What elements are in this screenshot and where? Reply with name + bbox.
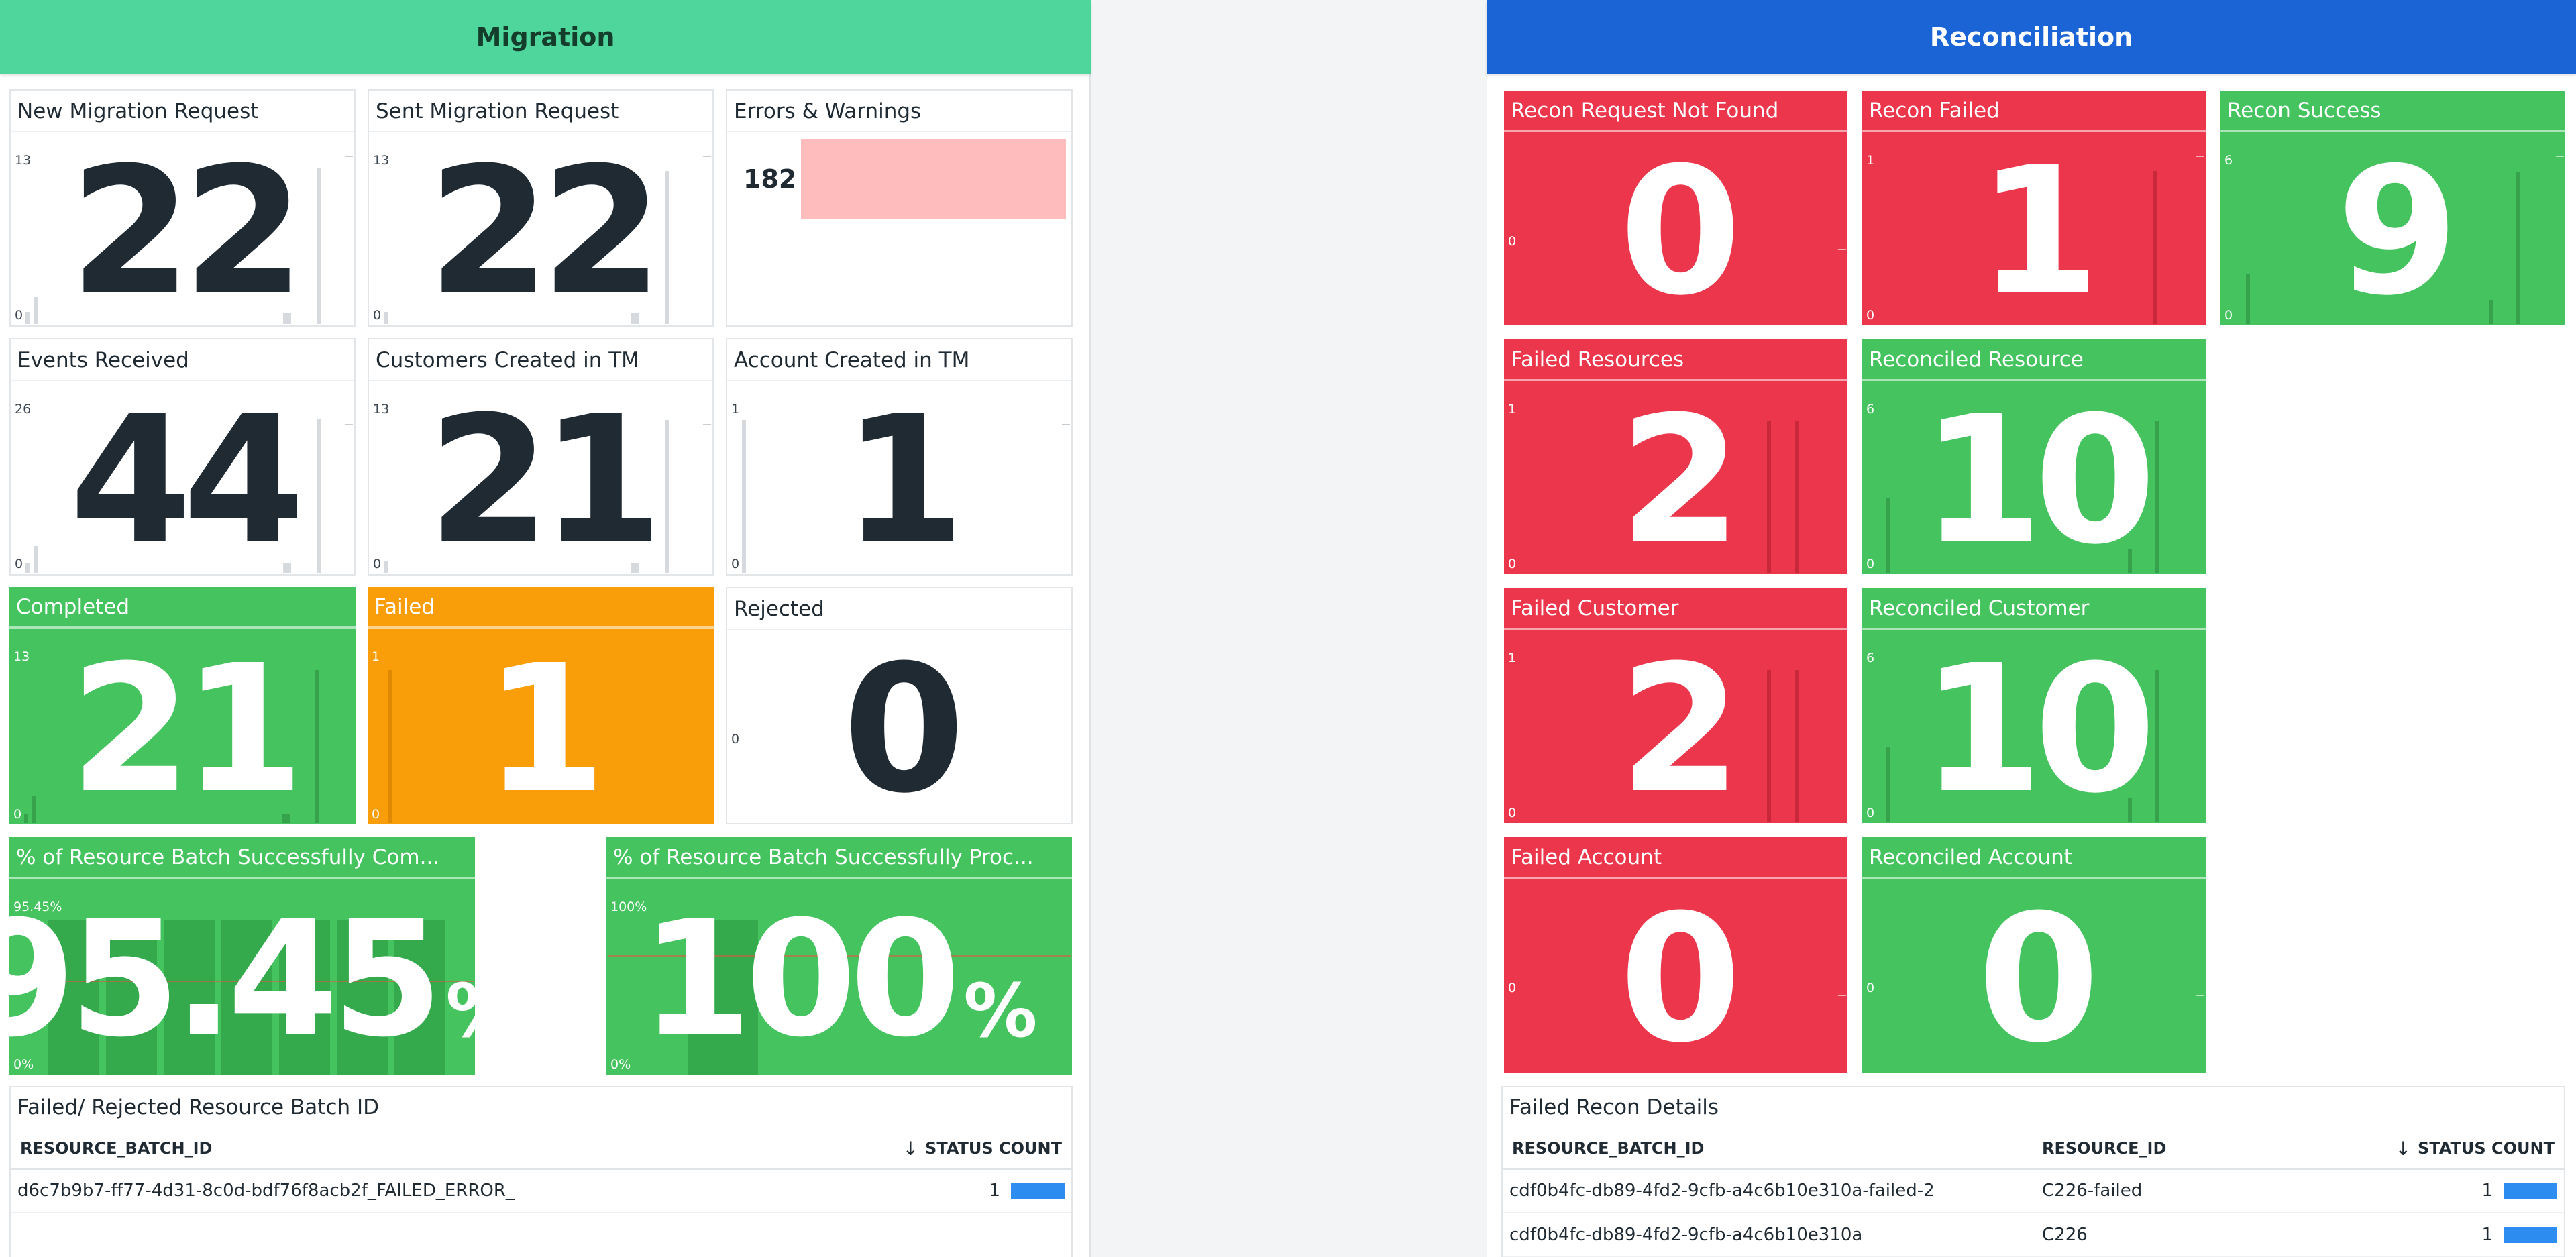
widget-title: Recon Success: [2220, 91, 2565, 132]
cell-resource-batch-id: d6c7b9b7-ff77-4d31-8c0d-bdf76f8acb2f_FAI…: [17, 1181, 515, 1201]
column-header-resource-batch-id[interactable]: RESOURCE_BATCH_ID: [1512, 1128, 1704, 1168]
query-value: 1: [1977, 129, 2100, 325]
query-value: 21: [69, 627, 305, 824]
recon-failed-widget[interactable]: Recon Failed 1 0 1: [1862, 91, 2206, 325]
query-value: 2: [1619, 378, 1741, 574]
cell-resource-id: C226-failed: [2042, 1181, 2143, 1201]
failed-widget[interactable]: Failed 1 0 1: [368, 587, 714, 824]
query-value: 1: [843, 378, 965, 576]
recon-success-widget[interactable]: Recon Success 6 0 9: [2220, 91, 2565, 325]
percent-value: 95.45: [9, 887, 443, 1073]
migration-group-header[interactable]: Migration: [0, 0, 1091, 74]
query-value: 0: [843, 627, 965, 824]
customers-created-widget[interactable]: Customers Created in TM 13 0 21: [368, 338, 714, 576]
widget-title: Rejected: [727, 588, 1071, 630]
widget-title: New Migration Request: [11, 91, 354, 132]
column-header-status-count[interactable]: ↓ STATUS COUNT: [903, 1128, 1062, 1168]
table-row[interactable]: d6c7b9b7-ff77-4d31-8c0d-bdf76f8acb2f_FAI…: [11, 1169, 1071, 1213]
reconciled-account-widget[interactable]: Reconciled Account 0 0: [1862, 837, 2206, 1073]
reconciled-customer-widget[interactable]: Reconciled Customer 6 0 10: [1862, 588, 2206, 823]
query-value: 0: [1619, 877, 1741, 1073]
query-value: 1: [484, 627, 606, 824]
query-value: 0: [1619, 129, 1741, 325]
sent-migration-request-widget[interactable]: Sent Migration Request 13 0 22: [368, 89, 714, 327]
table-title: Failed Recon Details: [1509, 1095, 1719, 1119]
cell-status-count: 1: [2481, 1181, 2493, 1201]
column-header-resource-batch-id[interactable]: RESOURCE_BATCH_ID: [20, 1128, 212, 1168]
widget-title: % of Resource Batch Successfully Proc...: [606, 837, 1072, 879]
widget-title: Errors & Warnings: [727, 91, 1071, 132]
cell-resource-batch-id: cdf0b4fc-db89-4fd2-9cfb-a4c6b10e310a-fai…: [1509, 1181, 1935, 1201]
column-header-resource-id[interactable]: RESOURCE_ID: [2042, 1128, 2166, 1168]
table-row[interactable]: cdf0b4fc-db89-4fd2-9cfb-a4c6b10e310a C22…: [1503, 1213, 2564, 1257]
errors-bar: [801, 139, 1066, 219]
query-value: 0: [1977, 877, 2100, 1073]
account-created-widget[interactable]: Account Created in TM 1 0 1: [726, 338, 1073, 576]
sort-desc-icon[interactable]: ↓: [903, 1128, 918, 1168]
count-bar: [2504, 1227, 2557, 1243]
failed-resources-widget[interactable]: Failed Resources 1 0 2: [1504, 339, 1847, 574]
query-value: 22: [69, 129, 305, 327]
widget-title: Completed: [9, 587, 356, 628]
dashboard-gap: [1091, 0, 1487, 1257]
widget-title: Recon Request Not Found: [1504, 91, 1847, 132]
table-row[interactable]: cdf0b4fc-db89-4fd2-9cfb-a4c6b10e310a-fai…: [1503, 1169, 2564, 1213]
cell-status-count: 1: [2481, 1225, 2493, 1245]
cell-status-count: 1: [989, 1181, 1000, 1201]
new-migration-request-widget[interactable]: New Migration Request 13 0 22: [9, 89, 356, 327]
column-label: STATUS COUNT: [2418, 1139, 2555, 1158]
failed-account-widget[interactable]: Failed Account 0 0: [1504, 837, 1847, 1073]
count-bar: [1011, 1183, 1065, 1199]
percent-unit: %: [445, 974, 475, 1048]
table-title: Failed/ Rejected Resource Batch ID: [17, 1095, 379, 1119]
widget-title: Customers Created in TM: [369, 339, 712, 381]
widget-title: Events Received: [11, 339, 354, 381]
widget-title: Failed: [368, 587, 714, 628]
rejected-widget[interactable]: Rejected 0 0: [726, 587, 1073, 824]
events-received-widget[interactable]: Events Received 26 0 44: [9, 338, 356, 576]
reconciled-resource-widget[interactable]: Reconciled Resource 6 0 10: [1862, 339, 2206, 574]
completed-widget[interactable]: Completed 13 0 21: [9, 587, 356, 824]
errors-count: 182: [743, 164, 797, 194]
errors-warnings-widget[interactable]: Errors & Warnings 182: [726, 89, 1073, 327]
widget-title: Recon Failed: [1862, 91, 2206, 132]
query-value: 9: [2336, 129, 2459, 325]
percent-unit: %: [963, 968, 1038, 1054]
cell-resource-batch-id: cdf0b4fc-db89-4fd2-9cfb-a4c6b10e310a: [1509, 1225, 1863, 1245]
query-value: 100%: [606, 879, 1072, 1075]
widget-title: Reconciled Account: [1862, 837, 2206, 879]
count-bar: [2504, 1183, 2557, 1199]
column-header-status-count[interactable]: ↓ STATUS COUNT: [2396, 1128, 2555, 1168]
widget-title: % of Resource Batch Successfully Com...: [9, 837, 475, 879]
column-label: STATUS COUNT: [925, 1139, 1062, 1158]
widget-title: Failed Resources: [1504, 339, 1847, 381]
query-value: 2: [1619, 627, 1741, 823]
pct-batch-processed-widget[interactable]: % of Resource Batch Successfully Proc...…: [606, 837, 1072, 1075]
widget-title: Reconciled Customer: [1862, 588, 2206, 630]
query-value: 22: [427, 129, 663, 327]
widget-title: Sent Migration Request: [369, 91, 712, 132]
table-header: RESOURCE_BATCH_ID RESOURCE_ID ↓ STATUS CO…: [1503, 1128, 2564, 1170]
failed-recon-details-table: Failed Recon Details RESOURCE_BATCH_ID R…: [1501, 1086, 2565, 1257]
query-value: 21: [427, 378, 663, 576]
widget-title: Account Created in TM: [727, 339, 1071, 381]
widget-title: Failed Customer: [1504, 588, 1847, 630]
reconciliation-group-header[interactable]: Reconciliation: [1487, 0, 2576, 74]
cell-resource-id: C226: [2042, 1225, 2088, 1245]
table-header: RESOURCE_BATCH_ID ↓ STATUS COUNT: [11, 1128, 1071, 1170]
recon-request-not-found-widget[interactable]: Recon Request Not Found 0 0: [1504, 91, 1847, 325]
failed-rejected-batch-table: Failed/ Rejected Resource Batch ID RESOU…: [9, 1086, 1073, 1257]
pct-batch-completed-widget[interactable]: % of Resource Batch Successfully Com... …: [9, 837, 475, 1075]
widget-title: Failed Account: [1504, 837, 1847, 879]
sort-desc-icon[interactable]: ↓: [2396, 1128, 2411, 1168]
query-value: 95.45%: [9, 879, 475, 1075]
widget-title: Reconciled Resource: [1862, 339, 2206, 381]
query-value: 10: [1921, 378, 2157, 574]
percent-value: 100: [641, 887, 961, 1073]
query-value: 10: [1921, 627, 2157, 823]
failed-customer-widget[interactable]: Failed Customer 1 0 2: [1504, 588, 1847, 823]
query-value: 44: [69, 378, 305, 576]
